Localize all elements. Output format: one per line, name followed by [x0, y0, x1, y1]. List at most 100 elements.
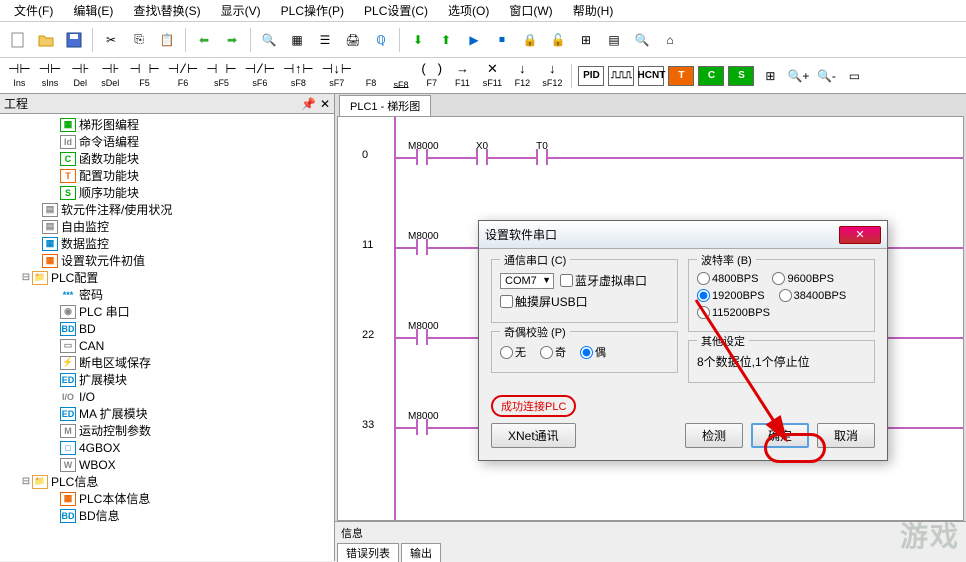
menu-item[interactable]: 编辑(E)	[63, 0, 123, 21]
upload-icon[interactable]: ⬆	[433, 27, 459, 53]
cancel-button[interactable]: 取消	[817, 423, 875, 448]
help-icon[interactable]: ℚ	[368, 27, 394, 53]
save-icon[interactable]	[61, 27, 87, 53]
tree-item[interactable]: EDMA 扩展模块	[0, 405, 334, 422]
open-icon[interactable]	[33, 27, 59, 53]
view-tool[interactable]: ⊞	[757, 63, 783, 89]
monitor-icon[interactable]: ▤	[601, 27, 627, 53]
undo-icon[interactable]: ⬅	[191, 27, 217, 53]
tree-item[interactable]: ▦数据监控	[0, 235, 334, 252]
view-tool[interactable]: ▭	[841, 63, 867, 89]
lock-icon[interactable]: 🔒	[517, 27, 543, 53]
parity-奇[interactable]: 奇	[540, 344, 566, 360]
ladder-tool-F7[interactable]: ( )F7	[417, 60, 446, 92]
tree-item[interactable]: Id命令语编程	[0, 133, 334, 150]
baud-115200BPS[interactable]: 115200BPS	[697, 306, 770, 319]
tree-item[interactable]: ◉PLC 串口	[0, 303, 334, 320]
tree-item[interactable]: ▤软元件注释/使用状况	[0, 201, 334, 218]
ladder-tool-sF12[interactable]: ↓sF12	[538, 60, 566, 92]
zoom-icon[interactable]: 🔍	[629, 27, 655, 53]
parity-偶[interactable]: 偶	[580, 344, 606, 360]
list-icon[interactable]: ☰	[312, 27, 338, 53]
baud-9600BPS[interactable]: 9600BPS	[772, 272, 833, 285]
sq-⎍⎍⎍[interactable]: ⎍⎍⎍	[608, 66, 634, 86]
ladder-tool-sF11[interactable]: ✕sF11	[478, 60, 506, 92]
menu-item[interactable]: 窗口(W)	[499, 0, 562, 21]
usb-checkbox[interactable]: 触摸屏USB口	[500, 293, 588, 310]
sq-HCNT[interactable]: HCNT	[638, 66, 664, 86]
com-port-select[interactable]: COM7	[500, 273, 554, 289]
menu-item[interactable]: 显示(V)	[211, 0, 271, 21]
view-tool[interactable]: 🔍+	[785, 63, 811, 89]
detect-button[interactable]: 检测	[685, 423, 743, 448]
download-icon[interactable]: ⬇	[405, 27, 431, 53]
ladder-tool-Ins[interactable]: ⊣⊢Ins	[5, 60, 34, 92]
stop-icon[interactable]: ⏹	[489, 27, 515, 53]
tree-item[interactable]: BDBD信息	[0, 507, 334, 524]
tree-item[interactable]: I/OI/O	[0, 388, 334, 405]
ladder-tool-sF7[interactable]: ⊣↓⊢sF7	[319, 60, 355, 92]
baud-19200BPS[interactable]: 19200BPS	[697, 289, 765, 302]
ladder-tool-sF6[interactable]: ⊣/⊢sF6	[242, 60, 278, 92]
port-icon[interactable]: ⌂	[657, 27, 683, 53]
tree-item[interactable]: BDBD	[0, 320, 334, 337]
tab-errors[interactable]: 错误列表	[337, 543, 399, 562]
ladder-tool-sIns[interactable]: ⊣⊢sIns	[36, 60, 65, 92]
tree-item[interactable]: ▦梯形图编程	[0, 116, 334, 133]
ladder-tool-F5[interactable]: ⊣ ⊢F5	[126, 60, 162, 92]
color-T[interactable]: T	[668, 66, 694, 86]
print-icon[interactable]: 🖨	[340, 27, 366, 53]
parity-无[interactable]: 无	[500, 344, 526, 360]
redo-icon[interactable]: ➡	[219, 27, 245, 53]
tree-item[interactable]: S顺序功能块	[0, 184, 334, 201]
tree-item[interactable]: ⊟📁PLC配置	[0, 269, 334, 286]
new-icon[interactable]	[5, 27, 31, 53]
tree-item[interactable]: M运动控制参数	[0, 422, 334, 439]
close-icon[interactable]: ✕	[839, 226, 881, 244]
menu-item[interactable]: 选项(O)	[438, 0, 499, 21]
tree-item[interactable]: WWBOX	[0, 456, 334, 473]
ladder-tool-sF5[interactable]: ⊣ ⊢sF5	[203, 60, 239, 92]
ladder-tool-F11[interactable]: →F11	[448, 60, 476, 92]
menu-item[interactable]: PLC设置(C)	[354, 0, 438, 21]
cut-icon[interactable]: ✂	[98, 27, 124, 53]
tree-item[interactable]: ▭CAN	[0, 337, 334, 354]
ladder-tool-F12[interactable]: ↓F12	[508, 60, 536, 92]
tree-item[interactable]: ***密码	[0, 286, 334, 303]
ladder-tool-sF8[interactable]: ⊣↑⊢sF8	[280, 60, 316, 92]
ladder-icon[interactable]: ⊞	[573, 27, 599, 53]
tab-plc1[interactable]: PLC1 - 梯形图	[339, 95, 431, 116]
project-tree[interactable]: ▦梯形图编程Id命令语编程C函数功能块T配置功能块S顺序功能块▤软元件注释/使用…	[0, 114, 334, 561]
ladder-tool-F8[interactable]: F8	[357, 60, 385, 92]
tree-item[interactable]: ▦设置软元件初值	[0, 252, 334, 269]
tree-item[interactable]: □4GBOX	[0, 439, 334, 456]
pin-icon[interactable]: 📌	[301, 97, 316, 111]
tree-item[interactable]: ▤自由监控	[0, 218, 334, 235]
tree-item[interactable]: ED扩展模块	[0, 371, 334, 388]
ladder-tool-sDel[interactable]: ⊣⊦sDel	[96, 60, 124, 92]
baud-4800BPS[interactable]: 4800BPS	[697, 272, 758, 285]
tree-item[interactable]: C函数功能块	[0, 150, 334, 167]
tree-item[interactable]: ⚡断电区域保存	[0, 354, 334, 371]
menu-item[interactable]: PLC操作(P)	[271, 0, 354, 21]
sq-PID[interactable]: PID	[578, 66, 604, 86]
copy-icon[interactable]: ⎘	[126, 27, 152, 53]
tab-output[interactable]: 输出	[401, 543, 441, 562]
ladder-tool-sF8[interactable]: sF8	[387, 60, 415, 92]
menu-item[interactable]: 文件(F)	[4, 0, 63, 21]
menu-item[interactable]: 查找\替换(S)	[123, 0, 210, 21]
xnet-button[interactable]: XNet通讯	[491, 423, 576, 448]
tree-item[interactable]: ⊟📁PLC信息	[0, 473, 334, 490]
ok-button[interactable]: 确定	[751, 423, 809, 448]
color-C[interactable]: C	[698, 66, 724, 86]
grid-icon[interactable]: ▦	[284, 27, 310, 53]
ladder-tool-F6[interactable]: ⊣/⊢F6	[165, 60, 201, 92]
unlock-icon[interactable]: 🔓	[545, 27, 571, 53]
paste-icon[interactable]: 📋	[154, 27, 180, 53]
find-icon[interactable]: 🔍	[256, 27, 282, 53]
dialog-titlebar[interactable]: 设置软件串口 ✕	[479, 221, 887, 249]
baud-38400BPS[interactable]: 38400BPS	[779, 289, 847, 302]
menu-item[interactable]: 帮助(H)	[563, 0, 624, 21]
rung[interactable]: 0M8000X0T0	[338, 137, 963, 177]
bluetooth-checkbox[interactable]: 蓝牙虚拟串口	[560, 272, 647, 289]
